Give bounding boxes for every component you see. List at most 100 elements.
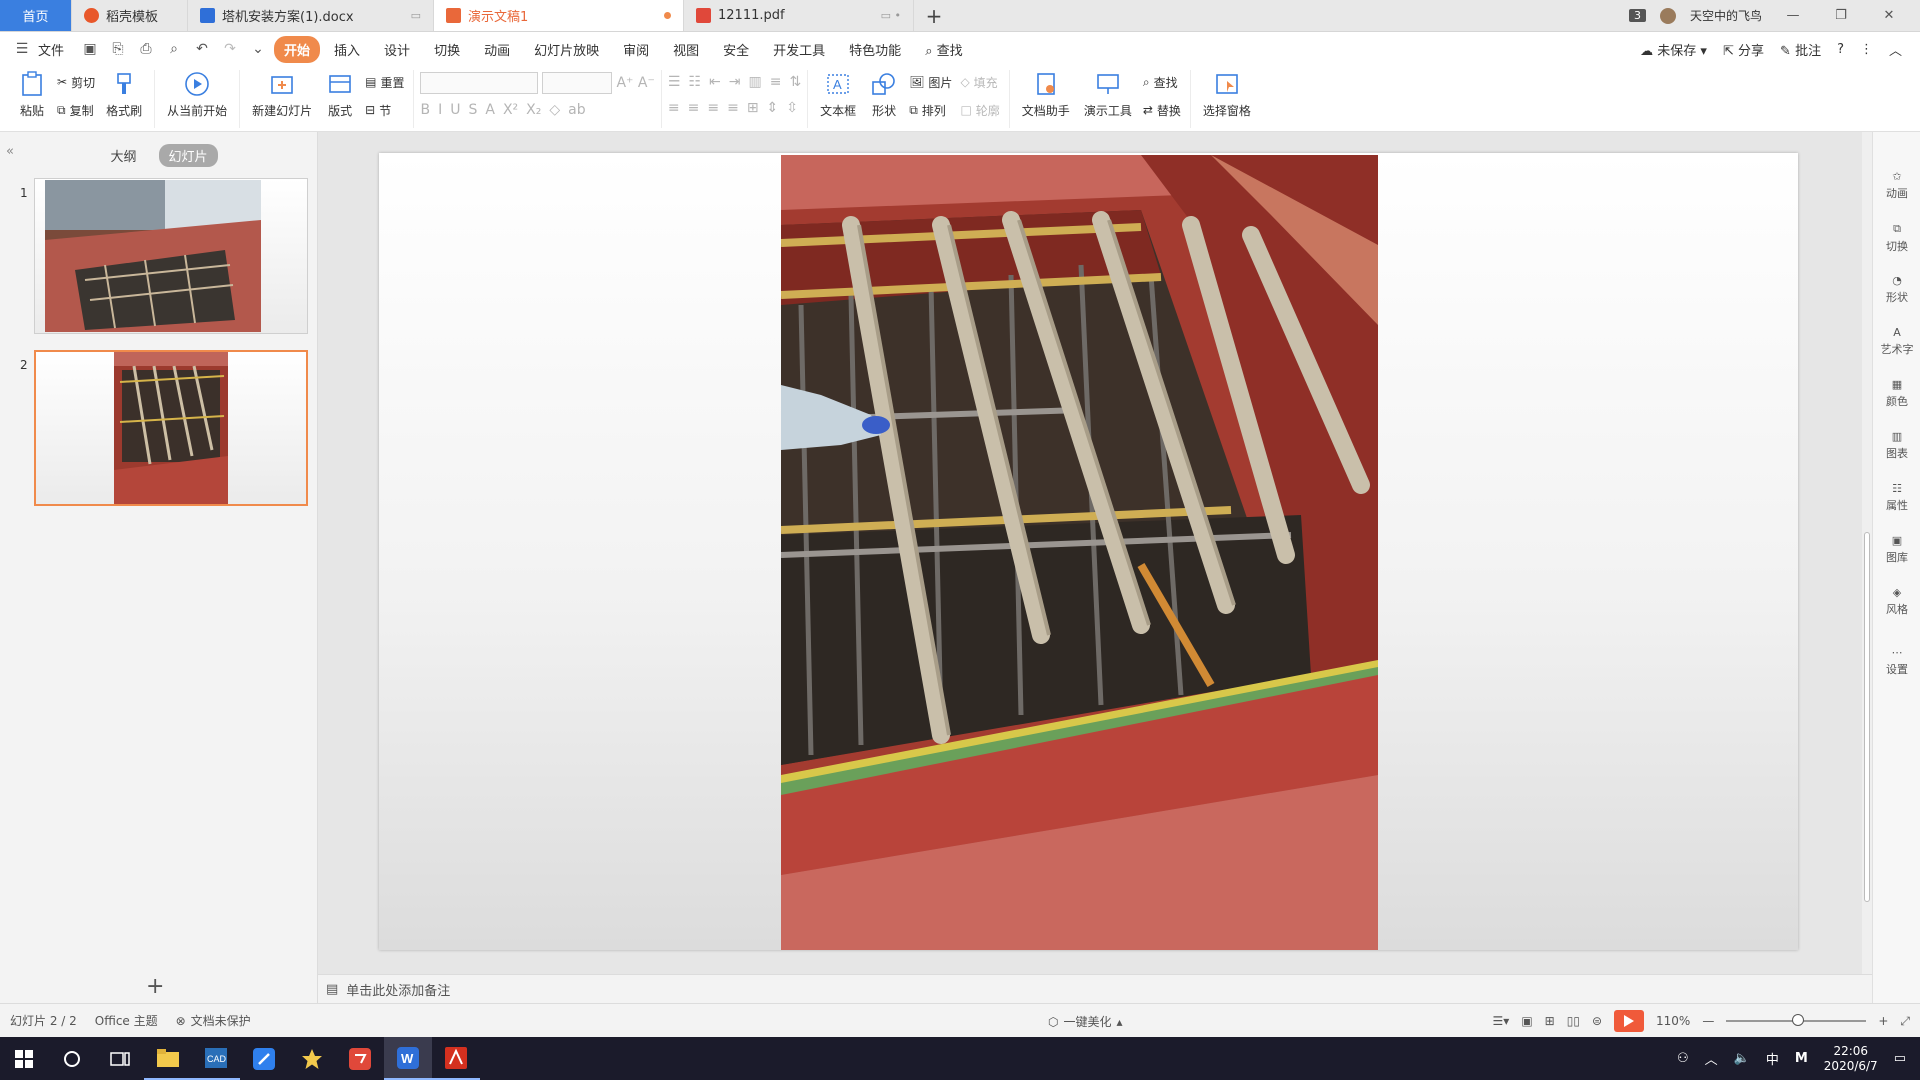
- superscript-icon[interactable]: X²: [503, 102, 518, 118]
- spacing-icon[interactable]: ⇕: [767, 100, 779, 116]
- avatar[interactable]: [1659, 7, 1676, 24]
- tab-slides[interactable]: 幻灯片: [158, 144, 218, 167]
- tab-pdf[interactable]: 12111.pdf ▭ •: [684, 0, 914, 31]
- tab-developer[interactable]: 开发工具: [763, 36, 835, 63]
- subscript-icon[interactable]: X₂: [526, 102, 541, 118]
- slide-photo[interactable]: [781, 155, 1378, 950]
- save-icon[interactable]: ▣: [78, 41, 102, 57]
- more-icon[interactable]: ⋮: [1860, 42, 1873, 57]
- slide-thumbnail-2[interactable]: [34, 350, 308, 506]
- vertical-scrollbar[interactable]: [1862, 132, 1872, 974]
- selection-pane-button[interactable]: 选择窗格: [1197, 70, 1257, 119]
- presenter-view-icon[interactable]: ⊜: [1592, 1014, 1602, 1028]
- tab-home-ribbon[interactable]: 开始: [274, 35, 321, 63]
- share-button[interactable]: ⇱ 分享: [1723, 40, 1764, 59]
- tab-slideshow[interactable]: 幻灯片放映: [524, 36, 609, 63]
- help-icon[interactable]: ?: [1837, 42, 1844, 57]
- tab-animation[interactable]: 动画: [474, 36, 520, 63]
- scrollbar-thumb[interactable]: [1864, 532, 1870, 902]
- app-star-button[interactable]: [288, 1037, 336, 1080]
- print-icon[interactable]: ⎙: [134, 41, 158, 57]
- paragraph-spacing-icon[interactable]: ⇳: [786, 100, 798, 116]
- task-view-button[interactable]: [96, 1037, 144, 1080]
- slide-thumbnail-1[interactable]: [34, 178, 308, 334]
- slide-2[interactable]: [379, 153, 1798, 950]
- font-color-icon[interactable]: A: [485, 102, 495, 118]
- zoom-in-icon[interactable]: +: [1878, 1014, 1888, 1028]
- wordart-pane-button[interactable]: A 艺术字: [1873, 326, 1920, 357]
- increase-indent-icon[interactable]: ⇥: [729, 74, 741, 90]
- tab-design[interactable]: 设计: [374, 36, 420, 63]
- theme-name[interactable]: Office 主题: [95, 1012, 158, 1029]
- tab-device-icon[interactable]: ▭ •: [881, 9, 901, 22]
- tab-outline[interactable]: 大纲: [100, 144, 146, 167]
- unsaved-button[interactable]: ☁ 未保存 ▾: [1640, 40, 1707, 59]
- cut-button[interactable]: ✂ 剪切: [54, 72, 98, 92]
- tab-presentation[interactable]: 演示文稿1: [434, 0, 684, 31]
- tab-special[interactable]: 特色功能: [839, 36, 911, 63]
- tab-home[interactable]: 首页: [0, 0, 72, 31]
- doc-assistant-button[interactable]: 文档助手: [1016, 70, 1076, 119]
- style-pane-button[interactable]: ◈ 风格: [1873, 586, 1920, 617]
- fit-window-icon[interactable]: ⤢: [1900, 1014, 1910, 1029]
- picture-button[interactable]: 🖼 图片: [906, 72, 955, 92]
- zoom-out-icon[interactable]: —: [1702, 1014, 1714, 1028]
- font-size-select[interactable]: [542, 72, 613, 94]
- tab-device-icon[interactable]: ▭: [411, 9, 421, 22]
- app-wps-button[interactable]: W: [384, 1037, 432, 1080]
- play-slideshow-button[interactable]: [1614, 1010, 1645, 1032]
- file-explorer-button[interactable]: [144, 1037, 192, 1080]
- fill-button[interactable]: ◇ 填充: [957, 72, 1002, 92]
- notification-icon[interactable]: ▭: [1894, 1051, 1906, 1066]
- start-button[interactable]: [0, 1037, 48, 1080]
- notes-area[interactable]: ▤ 单击此处添加备注: [318, 974, 1872, 1003]
- undo-icon[interactable]: ↶: [190, 41, 214, 57]
- textbox-button[interactable]: A 文本框: [814, 70, 862, 119]
- arrange-button[interactable]: ⧉ 排列: [906, 100, 955, 120]
- presentation-tools-button[interactable]: 演示工具: [1078, 70, 1138, 119]
- shape-button[interactable]: 形状: [864, 70, 904, 119]
- restore-icon[interactable]: ❐: [1824, 8, 1858, 23]
- minimize-icon[interactable]: —: [1776, 8, 1810, 23]
- format-painter-button[interactable]: 格式刷: [100, 70, 148, 119]
- underline-icon[interactable]: U: [450, 102, 460, 118]
- app-wps-red-button[interactable]: [336, 1037, 384, 1080]
- decrease-indent-icon[interactable]: ⇤: [709, 74, 721, 90]
- tab-view[interactable]: 视图: [663, 36, 709, 63]
- tab-review[interactable]: 审阅: [613, 36, 659, 63]
- layout-button[interactable]: 版式: [320, 70, 360, 119]
- justify-icon[interactable]: ≡: [727, 100, 739, 116]
- chart-pane-button[interactable]: ▥ 图表: [1873, 430, 1920, 461]
- bullet-list-icon[interactable]: ☰: [668, 74, 681, 90]
- reading-view-icon[interactable]: ▯▯: [1567, 1014, 1580, 1028]
- transition-pane-button[interactable]: ⧉ 切换: [1873, 222, 1920, 254]
- volume-muted-icon[interactable]: 🔈: [1734, 1051, 1750, 1066]
- copy-button[interactable]: ⧉ 复制: [54, 100, 98, 120]
- font-family-select[interactable]: [420, 72, 539, 94]
- tab-word-doc[interactable]: 塔机安装方案(1).docx ▭: [188, 0, 434, 31]
- ime-mode-indicator[interactable]: M: [1795, 1051, 1808, 1066]
- file-menu[interactable]: 文件: [38, 36, 74, 63]
- export-icon[interactable]: ⎘: [106, 41, 130, 57]
- reset-button[interactable]: ▤ 重置: [362, 72, 407, 92]
- strikethrough-icon[interactable]: S: [468, 102, 477, 118]
- search-button[interactable]: ⌕ 查找: [915, 36, 972, 63]
- search-taskbar-button[interactable]: [48, 1037, 96, 1080]
- print-preview-icon[interactable]: ⌕: [162, 41, 186, 57]
- app-feather-button[interactable]: [240, 1037, 288, 1080]
- highlight-icon[interactable]: ab: [568, 102, 585, 118]
- properties-pane-button[interactable]: ☷ 属性: [1873, 482, 1920, 513]
- text-direction-icon[interactable]: ⇅: [789, 74, 801, 90]
- zoom-slider[interactable]: [1726, 1014, 1867, 1026]
- tab-security[interactable]: 安全: [713, 36, 759, 63]
- beautify-button[interactable]: ⬡ 一键美化 ▴: [1048, 1013, 1123, 1030]
- align-center-icon[interactable]: ≡: [688, 100, 700, 116]
- notes-toggle-icon[interactable]: ☰▾: [1493, 1014, 1510, 1028]
- shape-pane-button[interactable]: ◔ 形状: [1873, 274, 1920, 305]
- clear-format-icon[interactable]: ◇: [549, 102, 560, 118]
- zoom-level[interactable]: 110%: [1656, 1014, 1690, 1028]
- comment-button[interactable]: ✎ 批注: [1780, 40, 1821, 59]
- window-count-badge[interactable]: 3: [1628, 9, 1646, 22]
- animation-pane-button[interactable]: ✩ 动画: [1873, 170, 1920, 201]
- align-left-icon[interactable]: ≡: [668, 100, 680, 116]
